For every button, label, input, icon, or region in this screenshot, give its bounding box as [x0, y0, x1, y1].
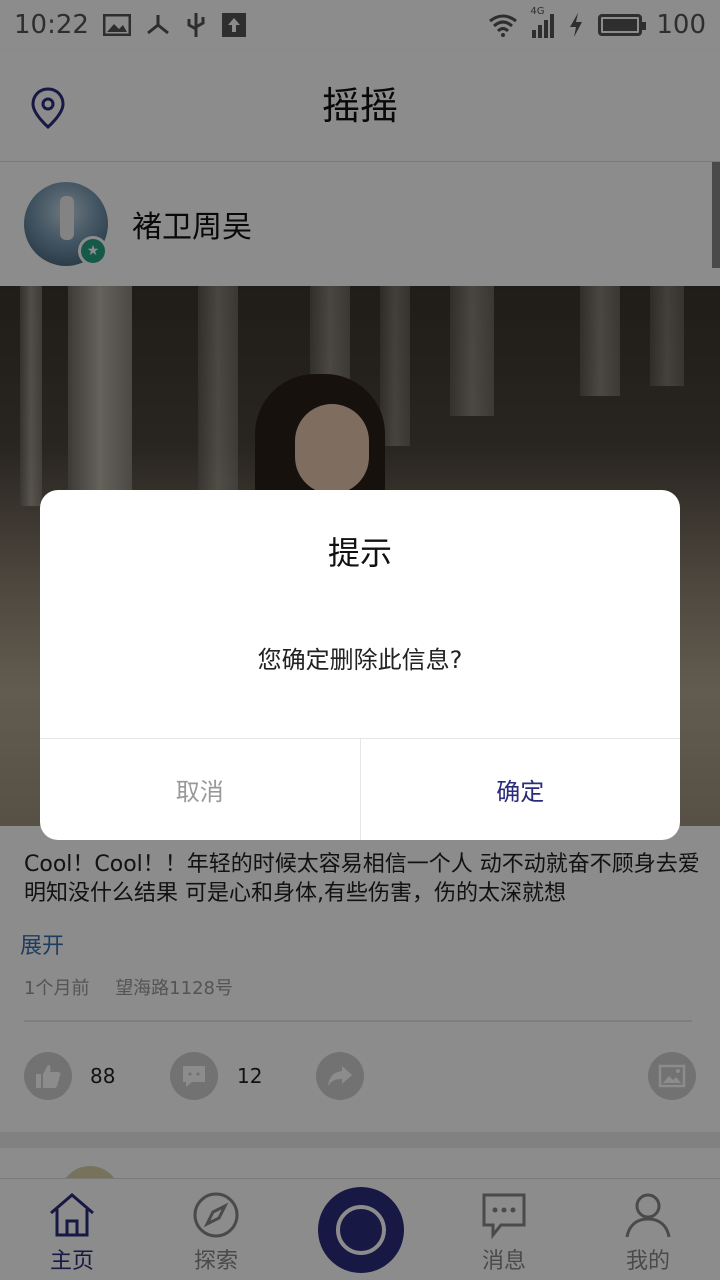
- cancel-button[interactable]: 取消: [40, 739, 361, 840]
- dialog-message: 您确定删除此信息?: [257, 646, 463, 674]
- confirm-button[interactable]: 确定: [361, 739, 681, 840]
- dialog-title: 提示: [327, 534, 392, 572]
- confirm-dialog: 提示 您确定删除此信息? 取消 确定: [40, 490, 680, 840]
- dialog-buttons: 取消 确定: [40, 738, 680, 840]
